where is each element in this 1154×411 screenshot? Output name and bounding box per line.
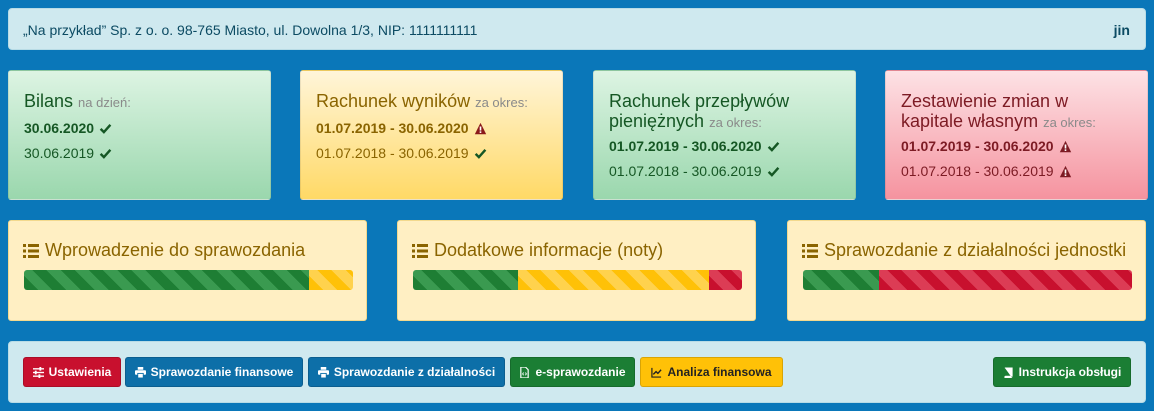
progress-segment-green [803,270,879,290]
manual-button[interactable]: Instrukcja obsługi [993,357,1131,387]
card-title: Rachunek przepływów pieniężnych za okres… [609,91,790,131]
progress-segment-red [878,270,1132,290]
section-title: Wprowadzenie do sprawozdania [23,240,305,261]
activity-report-button[interactable]: Sprawozdanie z działalności [308,357,505,387]
card-line[interactable]: 01.07.2019 - 30.06.2020 [316,120,487,136]
progress-bar [803,270,1132,290]
card-title: Rachunek wyników za okres: [316,91,528,111]
print-icon [134,366,146,378]
progress-segment-green [413,270,519,290]
check-icon [474,148,486,159]
check-icon [99,123,112,134]
card-title: Bilans na dzień: [24,91,131,111]
card-line[interactable]: 30.06.2019 [24,145,112,161]
card-title: Zestawienie zmian w kapitale własnym za … [901,91,1096,131]
action-toolbar: Ustawienia Sprawozdanie finansowe Sprawo… [8,341,1146,403]
list-icon [23,243,39,258]
section-dzialalnosc[interactable]: Sprawozdanie z działalności jednostki [787,220,1146,321]
e-report-button[interactable]: e-sprawozdanie [510,357,635,387]
progress-bar [24,270,353,290]
warning-icon [1059,165,1071,177]
company-header: „Na przykład” Sp. z o. o. 98-765 Miasto,… [8,8,1146,50]
financial-analysis-button[interactable]: Analiza finansowa [640,357,783,387]
card-line[interactable]: 01.07.2019 - 30.06.2020 [901,138,1072,154]
financial-report-button[interactable]: Sprawozdanie finansowe [125,357,303,387]
company-info: „Na przykład” Sp. z o. o. 98-765 Miasto,… [23,22,478,38]
section-title: Sprawozdanie z działalności jednostki [802,240,1126,261]
card-kapital[interactable]: Zestawienie zmian w kapitale własnym za … [885,70,1148,200]
card-line[interactable]: 01.07.2018 - 30.06.2019 [316,145,487,161]
progress-segment-yellow [518,270,710,290]
list-icon [412,243,428,258]
card-line[interactable]: 01.07.2019 - 30.06.2020 [609,138,780,154]
sliders-icon [32,366,44,378]
check-icon [767,166,779,177]
card-bilans[interactable]: Bilans na dzień: 30.06.2020 30.06.2019 [8,70,271,200]
file-code-icon [520,366,530,378]
settings-button[interactable]: Ustawienia [23,357,121,387]
progress-segment-green [24,270,309,290]
card-line[interactable]: 01.07.2018 - 30.06.2019 [609,163,780,179]
card-line[interactable]: 30.06.2020 [24,120,112,136]
card-przeplywy[interactable]: Rachunek przepływów pieniężnych za okres… [593,70,856,200]
progress-segment-yellow [308,270,353,290]
list-icon [802,243,818,258]
section-wprowadzenie[interactable]: Wprowadzenie do sprawozdania [8,220,367,321]
print-icon [317,366,329,378]
card-rachunek-wynikow[interactable]: Rachunek wyników za okres: 01.07.2019 - … [300,70,563,200]
card-line[interactable]: 01.07.2018 - 30.06.2019 [901,163,1072,179]
user-name[interactable]: jin [1114,22,1130,38]
section-title: Dodatkowe informacje (noty) [412,240,663,261]
line-chart-icon [651,367,663,378]
book-icon [1004,366,1013,378]
warning-icon [474,122,486,134]
check-icon [767,141,779,152]
check-icon [99,148,112,159]
section-noty[interactable]: Dodatkowe informacje (noty) [397,220,756,321]
progress-segment-red [709,270,742,290]
progress-bar [413,270,742,290]
warning-icon [1059,140,1071,152]
